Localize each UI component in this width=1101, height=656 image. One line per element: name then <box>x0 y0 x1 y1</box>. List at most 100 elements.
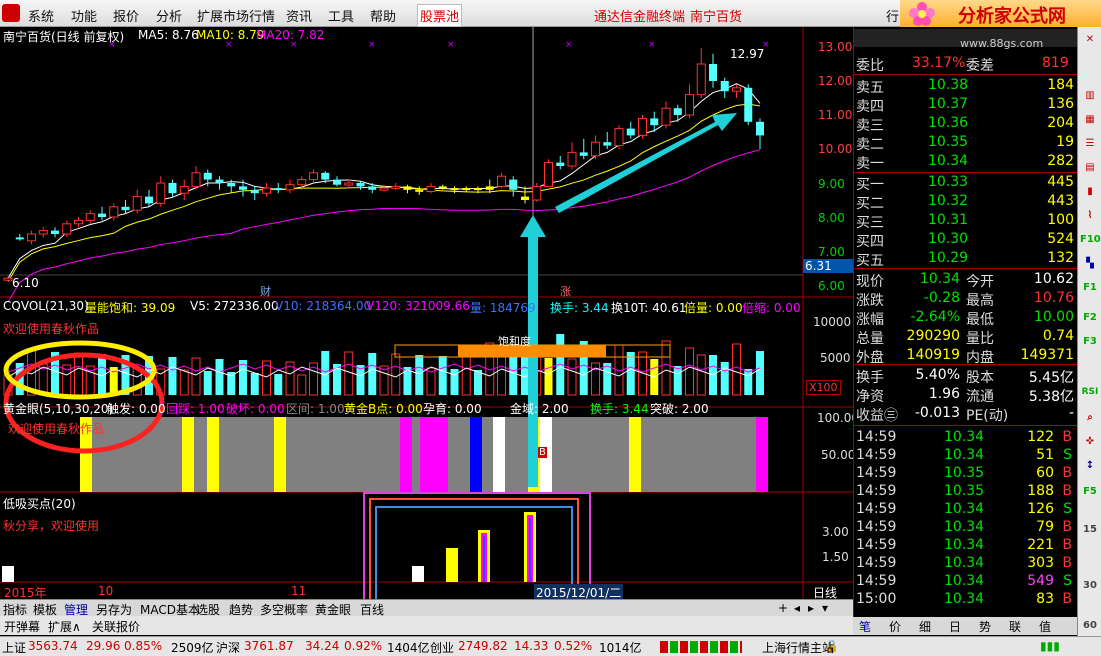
sidebar-15[interactable]: 15 <box>1080 521 1100 539</box>
menu-quote[interactable]: 报价 <box>113 6 139 25</box>
tab-extend[interactable]: 扩展∧ <box>48 618 81 635</box>
tab-trades[interactable]: 笔 <box>859 618 871 635</box>
sidebar-30[interactable]: 30 <box>1080 577 1100 595</box>
candle <box>27 230 36 245</box>
cy-index-change: 14.33 <box>514 639 549 653</box>
sidebar-f10[interactable]: F10 <box>1080 231 1101 249</box>
menu-extended-market[interactable]: 扩展市场行情 <box>197 6 275 25</box>
chart-arrows-icon[interactable]: ↕ <box>1080 457 1100 475</box>
zone-value: 区间: 1.00 <box>286 402 345 416</box>
stat-value: -2.64% <box>910 309 960 325</box>
tab-day[interactable]: 日 <box>949 618 961 635</box>
menu-cut[interactable]: 行 <box>886 6 899 25</box>
sell-level-row[interactable]: 卖三 10.36 204 <box>854 114 1078 134</box>
tab-scroll-right-icon[interactable]: ▸ <box>808 601 814 615</box>
server-name[interactable]: 上海行情主站 <box>762 639 834 656</box>
sidebar-rsi[interactable]: RSI <box>1080 383 1100 401</box>
rise-marker[interactable]: 涨 <box>560 283 571 299</box>
tab-menu-icon[interactable]: ▾ <box>822 601 828 615</box>
sidebar-f3[interactable]: F3 <box>1080 333 1100 351</box>
sh-index-label[interactable]: 上证 <box>2 639 26 656</box>
buy-level-row[interactable]: 买一 10.33 445 <box>854 173 1078 193</box>
sz-index-label[interactable]: 沪深 <box>216 639 240 656</box>
tab-linked[interactable]: 联 <box>1009 618 1021 635</box>
tick-time: 14:59 <box>856 573 897 589</box>
finance-marker[interactable]: 财 <box>260 283 271 299</box>
buy-level-row[interactable]: 买二 10.32 443 <box>854 192 1078 212</box>
sell-level-row[interactable]: 卖五 10.38 184 <box>854 76 1078 96</box>
gold-axis-tick: 50.00 <box>821 448 856 462</box>
logo-url: www.88gs.com <box>960 37 1044 50</box>
cy-index-label[interactable]: 创业 <box>430 639 454 656</box>
candle <box>614 125 624 149</box>
golden-zone-value: 金域: 2.00 <box>510 402 569 416</box>
candle <box>121 200 130 214</box>
pullback-value: 回踩: 1.00 <box>166 402 225 416</box>
stat-value: 10.34 <box>919 271 960 287</box>
fund-label: 净资 <box>856 389 884 405</box>
tick-time: 14:59 <box>856 501 897 517</box>
tab-price[interactable]: 价 <box>889 618 901 635</box>
sz-index-pct: 0.92% <box>344 639 383 653</box>
sidebar-60[interactable]: 60 <box>1080 617 1100 635</box>
tab-add-icon[interactable]: + <box>778 601 788 615</box>
fund-label: 收益㊂ <box>856 408 898 424</box>
tab-related-quote[interactable]: 关联报价 <box>92 618 140 635</box>
candle <box>403 184 412 194</box>
buy-price: 10.29 <box>928 250 969 266</box>
buy-level-row[interactable]: 买四 10.30 524 <box>854 230 1078 250</box>
buy-level-row[interactable]: 买五 10.29 132 <box>854 249 1078 269</box>
sell-level-row[interactable]: 卖二 10.35 19 <box>854 133 1078 153</box>
double-volume-value: 倍量: 0.00 <box>684 301 743 315</box>
menu-stock-pool[interactable]: 股票池 <box>417 4 463 27</box>
tab-trend-small[interactable]: 势 <box>979 618 991 635</box>
tab-detail[interactable]: 细 <box>919 618 931 635</box>
tab-scroll-left-icon[interactable]: ◂ <box>794 601 800 615</box>
logo-text: 分析家公式网 <box>958 6 1066 27</box>
candle <box>450 186 459 194</box>
tick-price: 10.34 <box>944 537 985 553</box>
sidebar-macd-icon[interactable]: ▚ <box>1080 255 1100 273</box>
buy-volume: 132 <box>1047 250 1074 266</box>
tick-time: 14:59 <box>856 537 897 553</box>
sidebar-f5[interactable]: F5 <box>1080 483 1100 501</box>
sh-index-amount: 2509亿 <box>171 641 214 655</box>
candle-icon[interactable]: ▮ <box>1080 183 1100 201</box>
chart-area[interactable]: × × × × × × × × 南宁百货(日线 前复权) MA5: 8.76 MA10: … <box>0 27 859 601</box>
menu-tools[interactable]: 工具 <box>328 6 354 25</box>
tick-price: 10.34 <box>944 555 985 571</box>
tab-value[interactable]: 值 <box>1039 618 1051 635</box>
bars-icon[interactable]: ▤ <box>1080 159 1100 177</box>
tick-volume: 126 <box>1027 501 1054 517</box>
buy-price: 10.30 <box>928 231 969 247</box>
menu-analysis[interactable]: 分析 <box>156 6 182 25</box>
candle <box>309 169 318 183</box>
status-bar: 上证 3563.74 29.96 0.85% 2509亿 沪深 3761.87 … <box>0 636 1101 656</box>
sell-level-row[interactable]: 卖四 10.37 136 <box>854 95 1078 115</box>
volume-value: 量: 184769 <box>470 301 536 315</box>
candle <box>720 77 729 98</box>
current-stock-name: 南宁百货 <box>690 10 743 25</box>
menu-help[interactable]: 帮助 <box>370 6 396 25</box>
menu-news[interactable]: 资讯 <box>286 6 312 25</box>
list-icon[interactable]: ☰ <box>1080 135 1100 153</box>
candle <box>603 132 612 149</box>
stat-label: 涨跌 <box>856 293 884 309</box>
grid-icon[interactable]: ▦ <box>1080 111 1100 129</box>
menu-system[interactable]: 系统 <box>28 6 54 25</box>
buy-level-row[interactable]: 买三 10.31 100 <box>854 211 1078 231</box>
svg-text:×: × <box>368 40 376 50</box>
buy-volume: 100 <box>1047 212 1074 228</box>
close-icon[interactable]: ✕ <box>1080 31 1100 49</box>
chart-icon[interactable]: ▥ <box>1080 87 1100 105</box>
pin-icon[interactable]: ✜ <box>1080 433 1100 451</box>
sell-level-row[interactable]: 卖一 10.34 282 <box>854 152 1078 172</box>
sidebar-f1[interactable]: F1 <box>1080 279 1100 297</box>
line-icon[interactable]: ⌇ <box>1080 207 1100 225</box>
sidebar-f2[interactable]: F2 <box>1080 309 1100 327</box>
app-icon[interactable] <box>2 4 20 22</box>
tab-danmaku[interactable]: 开弹幕 <box>4 618 40 635</box>
menu-function[interactable]: 功能 <box>71 6 97 25</box>
zoom-icon[interactable]: ⌕ <box>1080 409 1100 427</box>
ma5-line <box>7 83 761 279</box>
